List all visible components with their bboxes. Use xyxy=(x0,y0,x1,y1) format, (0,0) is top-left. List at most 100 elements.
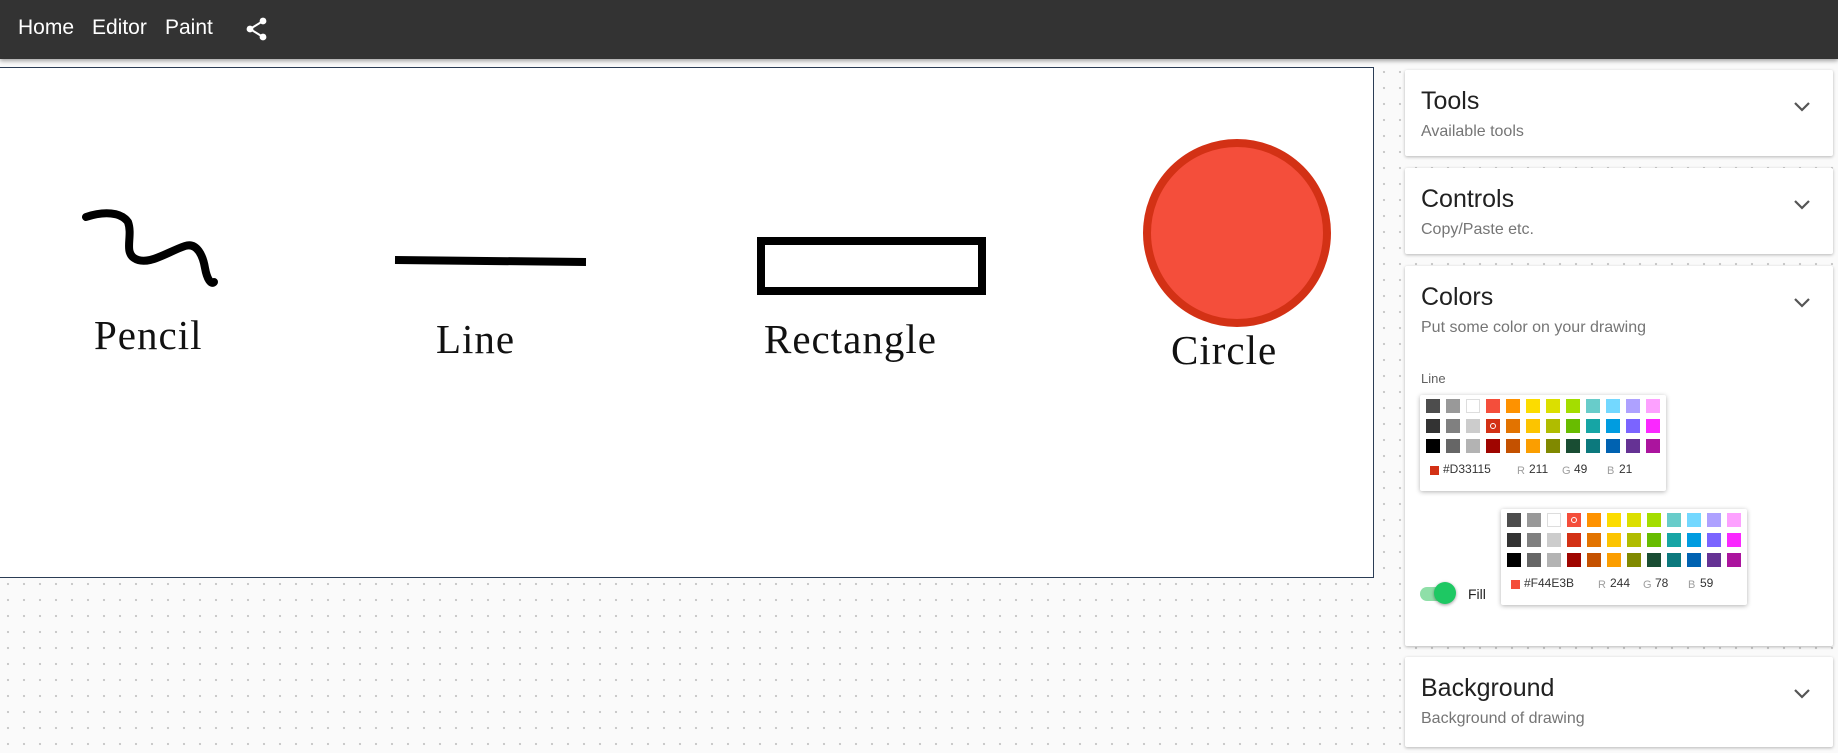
color-swatch[interactable] xyxy=(1687,533,1701,547)
line-r-value[interactable]: 211 xyxy=(1529,462,1548,476)
color-swatch[interactable] xyxy=(1567,553,1581,567)
color-swatch[interactable] xyxy=(1626,399,1640,413)
tools-panel-header[interactable]: Tools Available tools xyxy=(1405,70,1833,152)
colors-panel-header[interactable]: Colors Put some color on your drawing xyxy=(1405,266,1833,348)
color-swatch[interactable] xyxy=(1586,439,1600,453)
color-swatch[interactable] xyxy=(1687,513,1701,527)
color-swatch[interactable] xyxy=(1527,553,1541,567)
color-swatch[interactable] xyxy=(1546,399,1560,413)
color-swatch[interactable] xyxy=(1727,533,1741,547)
color-swatch[interactable] xyxy=(1607,513,1621,527)
color-swatch[interactable] xyxy=(1566,439,1580,453)
chevron-down-icon[interactable] xyxy=(1793,688,1811,700)
line-r-label: R xyxy=(1517,465,1525,477)
color-swatch[interactable] xyxy=(1647,533,1661,547)
color-swatch[interactable] xyxy=(1566,419,1580,433)
nav-paint-link[interactable]: Paint xyxy=(165,16,213,40)
background-subtitle: Background of drawing xyxy=(1421,710,1585,727)
color-swatch[interactable] xyxy=(1626,419,1640,433)
color-swatch[interactable] xyxy=(1567,513,1581,527)
fill-b-value[interactable]: 59 xyxy=(1700,576,1713,590)
controls-panel-header[interactable]: Controls Copy/Paste etc. xyxy=(1405,168,1833,250)
fill-toggle[interactable] xyxy=(1420,582,1456,606)
chevron-down-icon[interactable] xyxy=(1793,199,1811,211)
color-swatch[interactable] xyxy=(1486,419,1500,433)
color-swatch[interactable] xyxy=(1446,399,1460,413)
nav-home-link[interactable]: Home xyxy=(18,16,74,40)
color-swatch[interactable] xyxy=(1566,399,1580,413)
color-swatch[interactable] xyxy=(1526,419,1540,433)
color-swatch[interactable] xyxy=(1527,533,1541,547)
line-b-value[interactable]: 21 xyxy=(1619,462,1632,476)
color-swatch[interactable] xyxy=(1647,513,1661,527)
color-swatch[interactable] xyxy=(1587,533,1601,547)
color-swatch[interactable] xyxy=(1506,439,1520,453)
fill-hex-value[interactable]: #F44E3B xyxy=(1524,576,1574,590)
color-swatch[interactable] xyxy=(1606,419,1620,433)
fill-r-value[interactable]: 244 xyxy=(1610,576,1630,590)
color-swatch[interactable] xyxy=(1507,513,1521,527)
color-swatch[interactable] xyxy=(1667,553,1681,567)
color-swatch[interactable] xyxy=(1607,553,1621,567)
color-swatch[interactable] xyxy=(1727,513,1741,527)
color-swatch[interactable] xyxy=(1546,439,1560,453)
color-swatch[interactable] xyxy=(1426,439,1440,453)
color-swatch[interactable] xyxy=(1486,439,1500,453)
color-swatch[interactable] xyxy=(1626,439,1640,453)
color-swatch[interactable] xyxy=(1647,553,1661,567)
color-swatch[interactable] xyxy=(1627,553,1641,567)
color-swatch[interactable] xyxy=(1567,533,1581,547)
color-swatch[interactable] xyxy=(1587,513,1601,527)
color-swatch[interactable] xyxy=(1506,399,1520,413)
color-swatch[interactable] xyxy=(1466,399,1480,413)
color-swatch[interactable] xyxy=(1646,439,1660,453)
color-swatch[interactable] xyxy=(1646,399,1660,413)
tools-subtitle: Available tools xyxy=(1421,123,1524,140)
color-swatch[interactable] xyxy=(1466,419,1480,433)
color-swatch[interactable] xyxy=(1667,513,1681,527)
color-swatch[interactable] xyxy=(1486,399,1500,413)
nav-editor-link[interactable]: Editor xyxy=(92,16,147,40)
color-swatch[interactable] xyxy=(1586,419,1600,433)
color-swatch[interactable] xyxy=(1727,553,1741,567)
fill-swatch-grid xyxy=(1507,513,1741,567)
color-swatch[interactable] xyxy=(1507,533,1521,547)
color-swatch[interactable] xyxy=(1446,439,1460,453)
line-g-value[interactable]: 49 xyxy=(1574,462,1587,476)
color-swatch[interactable] xyxy=(1426,419,1440,433)
color-swatch[interactable] xyxy=(1587,553,1601,567)
color-swatch[interactable] xyxy=(1627,513,1641,527)
color-swatch[interactable] xyxy=(1446,419,1460,433)
fill-g-value[interactable]: 78 xyxy=(1655,576,1668,590)
color-swatch[interactable] xyxy=(1707,533,1721,547)
color-swatch[interactable] xyxy=(1707,513,1721,527)
fill-color-picker: #F44E3B R 244 G 78 B 59 xyxy=(1501,509,1747,605)
color-swatch[interactable] xyxy=(1526,399,1540,413)
color-swatch[interactable] xyxy=(1646,419,1660,433)
share-icon[interactable] xyxy=(243,15,271,43)
color-swatch[interactable] xyxy=(1466,439,1480,453)
color-swatch[interactable] xyxy=(1687,553,1701,567)
chevron-down-icon[interactable] xyxy=(1793,297,1811,309)
color-swatch[interactable] xyxy=(1607,533,1621,547)
drawing-canvas[interactable]: Pencil Line Rectangle Circle xyxy=(0,67,1374,578)
line-hex-value[interactable]: #D33115 xyxy=(1443,462,1491,476)
color-swatch[interactable] xyxy=(1426,399,1440,413)
color-swatch[interactable] xyxy=(1586,399,1600,413)
color-swatch[interactable] xyxy=(1547,553,1561,567)
color-swatch[interactable] xyxy=(1507,553,1521,567)
color-swatch[interactable] xyxy=(1667,533,1681,547)
color-swatch[interactable] xyxy=(1606,439,1620,453)
tools-title: Tools xyxy=(1421,87,1480,115)
color-swatch[interactable] xyxy=(1526,439,1540,453)
color-swatch[interactable] xyxy=(1547,533,1561,547)
color-swatch[interactable] xyxy=(1546,419,1560,433)
color-swatch[interactable] xyxy=(1606,399,1620,413)
color-swatch[interactable] xyxy=(1506,419,1520,433)
color-swatch[interactable] xyxy=(1707,553,1721,567)
color-swatch[interactable] xyxy=(1527,513,1541,527)
background-panel-header[interactable]: Background Background of drawing xyxy=(1405,657,1833,739)
color-swatch[interactable] xyxy=(1627,533,1641,547)
color-swatch[interactable] xyxy=(1547,513,1561,527)
chevron-down-icon[interactable] xyxy=(1793,101,1811,113)
